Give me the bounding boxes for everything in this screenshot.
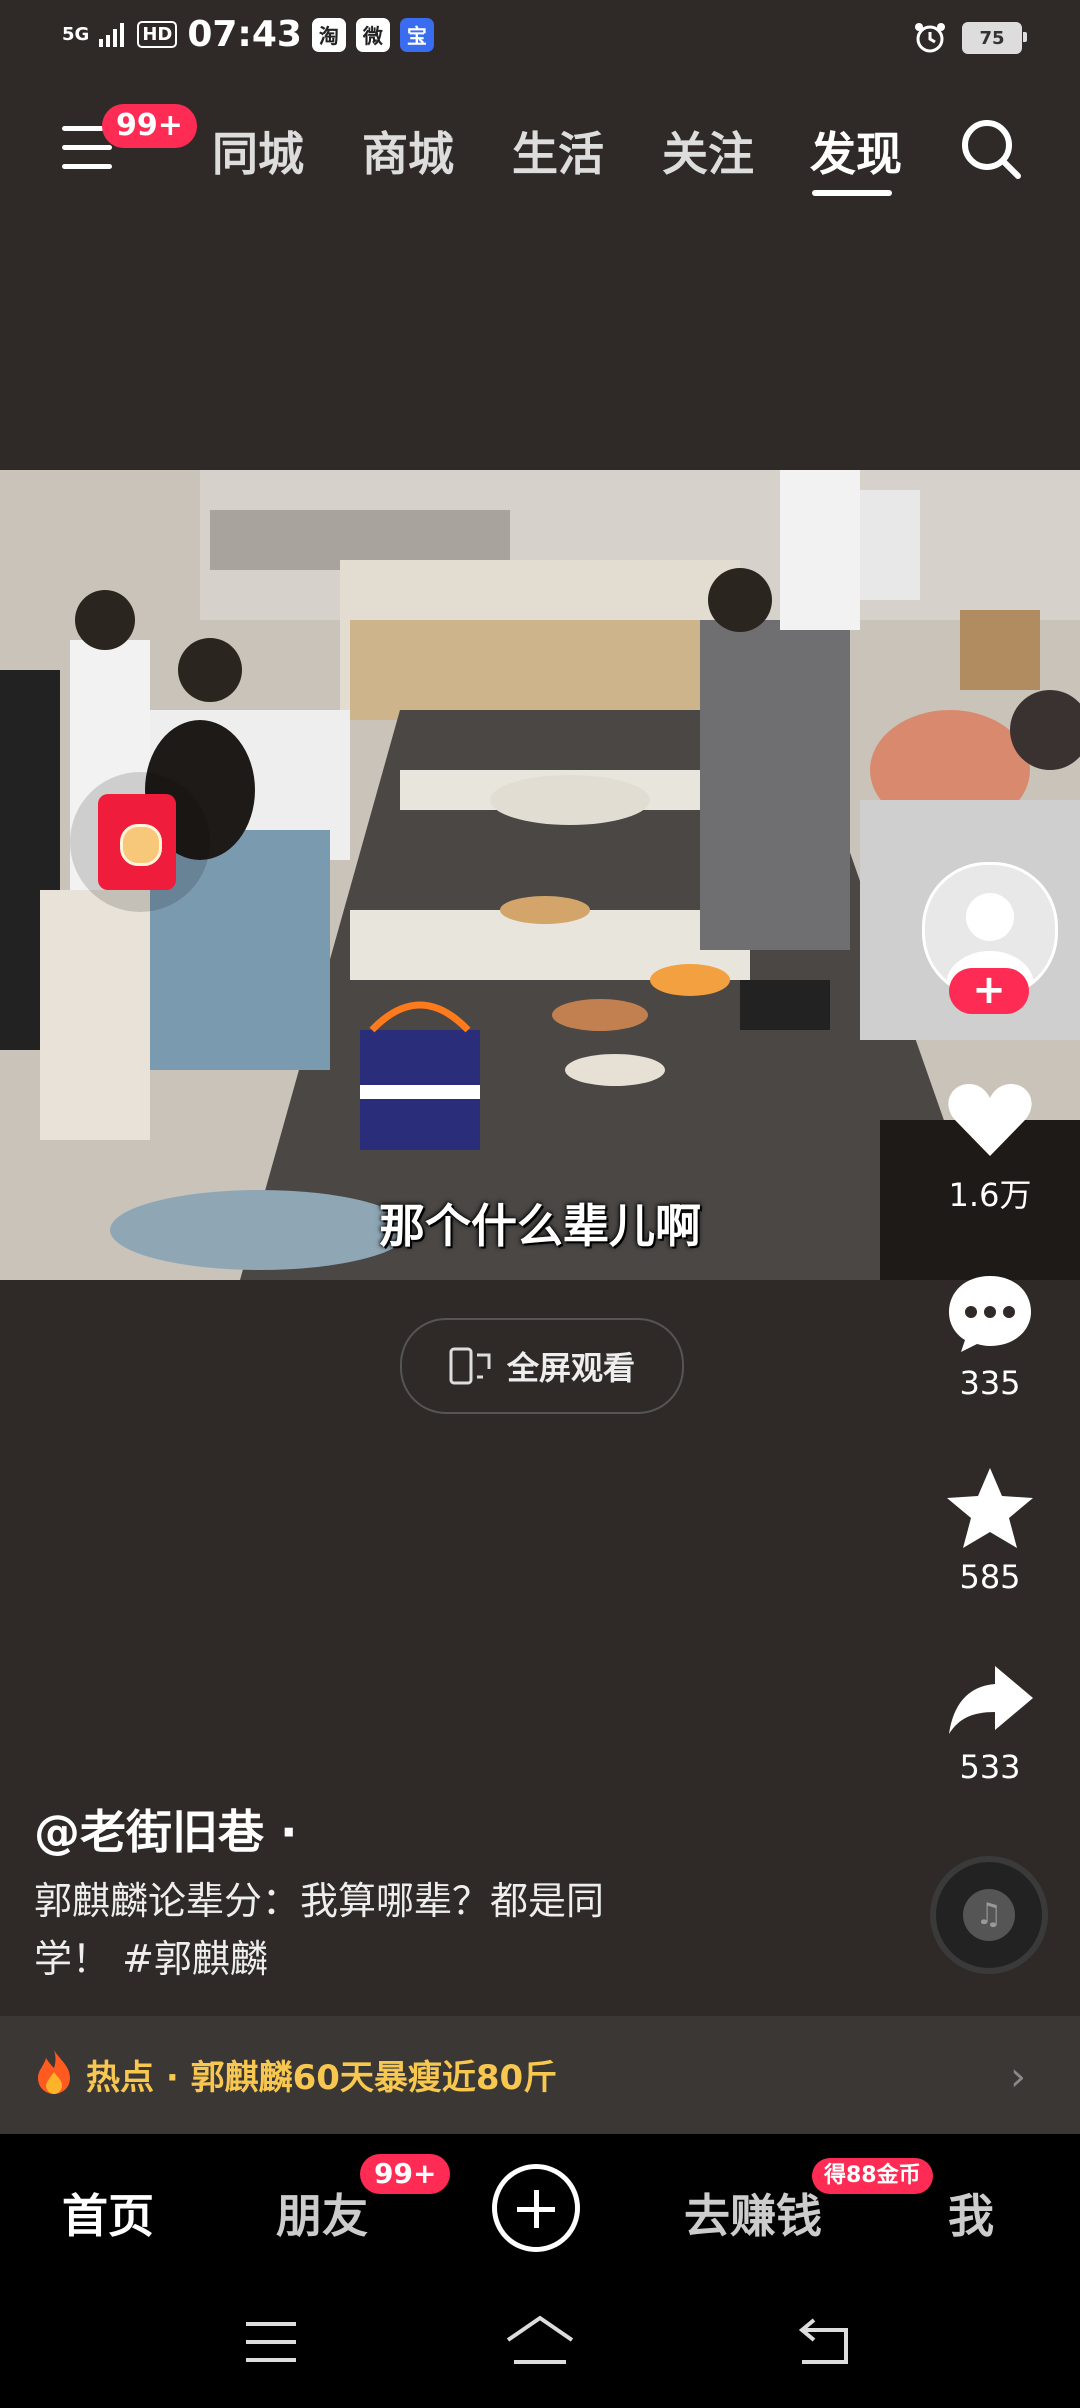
back-icon[interactable] [796, 2316, 852, 2366]
status-left: 5G HD 07:43 淘 微 宝 [62, 14, 434, 55]
recent-apps-icon[interactable] [244, 2320, 298, 2364]
nav-me[interactable]: 我 [948, 2180, 994, 2246]
wechat-icon: 微 [355, 17, 390, 52]
search-icon[interactable] [960, 118, 1022, 180]
chevron-right-icon[interactable]: › [1010, 2054, 1026, 2100]
like-count: 1.6万 [948, 1176, 1032, 1214]
fullscreen-button[interactable]: 全屏观看 [400, 1318, 684, 1414]
star-icon [947, 1468, 1033, 1548]
heart-icon [948, 1084, 1032, 1156]
tab-nearby[interactable]: 同城 [212, 118, 304, 184]
active-tab-indicator [812, 190, 892, 196]
red-packet-button[interactable] [70, 772, 210, 912]
flame-icon [38, 2050, 70, 2094]
nav-home[interactable]: 首页 [62, 2180, 154, 2246]
share-icon [949, 1666, 1033, 1734]
share-count: 533 [959, 1748, 1021, 1786]
app-notification-icon: 宝 [399, 17, 434, 52]
comment-count: 335 [959, 1364, 1021, 1402]
follow-button[interactable]: + [949, 968, 1029, 1014]
taobao-icon: 淘 [311, 17, 346, 52]
rotate-screen-icon [449, 1347, 491, 1385]
description-line[interactable]: 学！ #郭麒麟 [34, 1930, 674, 1988]
status-right: 75 [914, 22, 1027, 54]
nav-earn[interactable]: 去赚钱 [684, 2180, 822, 2246]
tab-following[interactable]: 关注 [662, 118, 754, 184]
battery-icon: 75 [962, 22, 1027, 54]
signal-icon [99, 22, 125, 47]
share-button[interactable]: 533 [930, 1662, 1050, 1786]
favorite-count: 585 [959, 1558, 1021, 1596]
friends-badge: 99+ [360, 2154, 451, 2194]
home-icon[interactable] [504, 2314, 576, 2366]
earn-badge: 得88金币 [812, 2158, 933, 2194]
alarm-icon [915, 23, 945, 53]
hot-topic-label[interactable]: 热点 · 郭麒麟60天暴瘦近80斤 [86, 2050, 557, 2099]
hd-badge: HD [137, 21, 178, 48]
like-button[interactable]: 1.6万 [930, 1080, 1050, 1216]
music-note-icon: ♫ [963, 1889, 1015, 1941]
music-disc[interactable]: ♫ [930, 1856, 1048, 1974]
favorite-button[interactable]: 585 [930, 1466, 1050, 1596]
post-description: 郭麒麟论辈分：我算哪辈？都是同 学！ #郭麒麟 [34, 1872, 674, 1988]
fullscreen-label: 全屏观看 [506, 1349, 635, 1387]
tab-life[interactable]: 生活 [512, 118, 604, 184]
comment-button[interactable]: 335 [930, 1272, 1050, 1402]
nav-friends[interactable]: 朋友 [276, 2180, 368, 2246]
menu-badge: 99+ [102, 104, 197, 148]
comment-icon [949, 1276, 1031, 1352]
status-bar: 5G HD 07:43 淘 微 宝 75 [0, 0, 1080, 80]
network-indicator: 5G [62, 23, 90, 45]
clock: 07:43 [187, 14, 302, 55]
create-post-button[interactable] [492, 2164, 580, 2252]
tab-mall[interactable]: 商城 [362, 118, 454, 184]
author-name[interactable]: @老街旧巷 · [34, 1796, 298, 1862]
video-subtitle: 那个什么辈儿啊 [379, 1199, 701, 1253]
description-line: 郭麒麟论辈分：我算哪辈？都是同 [34, 1879, 605, 1923]
tab-discover[interactable]: 发现 [810, 118, 902, 184]
